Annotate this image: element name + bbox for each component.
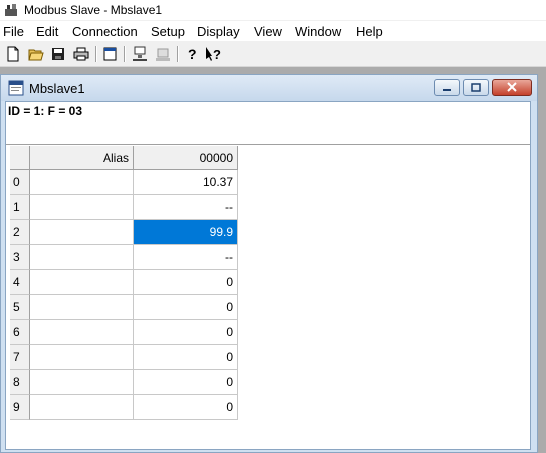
child-window: Mbslave1 ID = 1: F = 03 Alias 00000 0 10…: [0, 74, 538, 453]
app-title-bar: Modbus Slave - Mbslave1: [0, 0, 546, 20]
new-icon[interactable]: [4, 45, 22, 63]
alias-cell[interactable]: [30, 270, 134, 295]
register-value-cell[interactable]: 0: [134, 295, 238, 320]
register-value-cell[interactable]: 0: [134, 395, 238, 420]
child-window-title: Mbslave1: [29, 81, 85, 96]
menu-help[interactable]: Help: [356, 24, 383, 39]
help-icon[interactable]: ?: [183, 45, 201, 63]
menu-window[interactable]: Window: [295, 24, 341, 39]
menu-view[interactable]: View: [254, 24, 282, 39]
register-value-cell-selected[interactable]: 99.9: [134, 220, 238, 245]
slave-status-text: ID = 1: F = 03: [8, 104, 83, 118]
alias-cell[interactable]: [30, 345, 134, 370]
svg-text:?: ?: [188, 46, 197, 62]
register-value-cell[interactable]: 0: [134, 370, 238, 395]
save-icon[interactable]: [49, 45, 67, 63]
register-value-cell[interactable]: --: [134, 245, 238, 270]
alias-cell[interactable]: [30, 220, 134, 245]
context-help-icon[interactable]: ?: [205, 45, 223, 63]
modbus-app-icon: [5, 4, 17, 16]
register-value-cell[interactable]: 0: [134, 320, 238, 345]
alias-cell[interactable]: [30, 395, 134, 420]
menu-setup[interactable]: Setup: [151, 24, 185, 39]
app-title: Modbus Slave - Mbslave1: [24, 3, 163, 17]
alias-cell[interactable]: [30, 195, 134, 220]
close-icon: [507, 82, 517, 92]
alias-cell[interactable]: [30, 320, 134, 345]
close-button[interactable]: [492, 79, 532, 96]
alias-cell[interactable]: [30, 170, 134, 195]
row-number: 9: [10, 395, 30, 420]
window-icon[interactable]: [101, 45, 119, 63]
row-number: 2: [10, 220, 30, 245]
disconnect-icon[interactable]: [154, 45, 172, 63]
menu-edit[interactable]: Edit: [36, 24, 58, 39]
document-icon: [8, 80, 24, 96]
register-value-cell[interactable]: 0: [134, 270, 238, 295]
open-icon[interactable]: [27, 45, 45, 63]
toolbar: ? ?: [0, 42, 546, 67]
alias-column-header[interactable]: Alias: [30, 146, 134, 170]
restore-button[interactable]: [463, 79, 489, 96]
menu-bar: File Edit Connection Setup Display View …: [0, 21, 546, 41]
child-title-bar[interactable]: Mbslave1: [1, 75, 537, 101]
restore-icon: [471, 83, 481, 92]
menu-connection[interactable]: Connection: [72, 24, 138, 39]
connect-icon[interactable]: [131, 45, 149, 63]
address-column-header[interactable]: 00000: [134, 146, 238, 170]
menu-file[interactable]: File: [3, 24, 24, 39]
row-number: 3: [10, 245, 30, 270]
row-number: 4: [10, 270, 30, 295]
row-number: 1: [10, 195, 30, 220]
row-number: 5: [10, 295, 30, 320]
menu-display[interactable]: Display: [197, 24, 240, 39]
print-icon[interactable]: [72, 45, 90, 63]
toolbar-separator: [177, 46, 179, 62]
register-value-cell[interactable]: 10.37: [134, 170, 238, 195]
row-number: 8: [10, 370, 30, 395]
minimize-button[interactable]: [434, 79, 460, 96]
grid-corner[interactable]: [10, 146, 30, 170]
toolbar-separator: [95, 46, 97, 62]
toolbar-separator: [124, 46, 126, 62]
child-client-area: ID = 1: F = 03 Alias 00000 0 10.37 1 -- …: [5, 101, 531, 450]
register-value-cell[interactable]: 0: [134, 345, 238, 370]
row-number: 7: [10, 345, 30, 370]
alias-cell[interactable]: [30, 245, 134, 270]
row-number: 6: [10, 320, 30, 345]
status-divider: [6, 144, 530, 145]
alias-cell[interactable]: [30, 370, 134, 395]
row-number: 0: [10, 170, 30, 195]
minimize-icon: [443, 89, 451, 91]
alias-cell[interactable]: [30, 295, 134, 320]
register-value-cell[interactable]: --: [134, 195, 238, 220]
svg-text:?: ?: [213, 47, 221, 62]
